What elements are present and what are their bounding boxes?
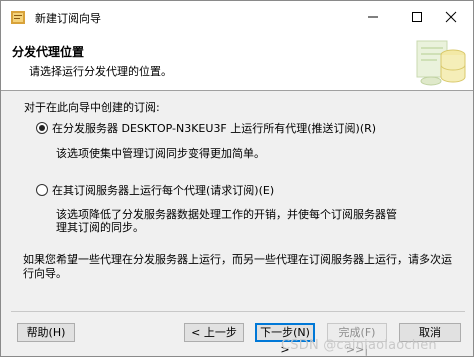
app-icon (11, 11, 25, 24)
option-pull-subscription[interactable]: 在其订阅服务器上运行每个代理(请求订阅)(E) (36, 182, 274, 198)
wizard-note: 如果您希望一些代理在分发服务器上运行，而另一些代理在订阅服务器上运行，请多次运行… (23, 253, 452, 280)
option-push-subscription[interactable]: 在分发服务器 DESKTOP-N3KEU3F 上运行所有代理(推送订阅)(R) (36, 120, 376, 136)
watermark: CSDN @cainiaolaochen (281, 338, 437, 353)
back-button[interactable]: < 上一步 (184, 323, 244, 342)
radio-pull-subscription[interactable] (36, 184, 48, 196)
minimize-button[interactable] (351, 1, 395, 33)
wizard-window: 新建订阅向导 分发代理位置 请选择运行分发代理的位置。 对于在此向导中创建的订阅… (0, 0, 474, 357)
wizard-header: 分发代理位置 请选择运行分发代理的位置。 (1, 33, 473, 91)
subscription-prompt: 对于在此向导中创建的订阅: (24, 101, 160, 114)
page-subtitle: 请选择运行分发代理的位置。 (29, 65, 172, 78)
option-pull-label: 在其订阅服务器上运行每个代理(请求订阅)(E) (52, 184, 275, 197)
close-icon (445, 11, 457, 23)
title-bar: 新建订阅向导 (1, 1, 473, 33)
minimize-icon (368, 16, 378, 18)
radio-push-subscription[interactable] (36, 122, 48, 134)
footer-divider (11, 311, 465, 312)
option-push-label: 在分发服务器 DESKTOP-N3KEU3F 上运行所有代理(推送订阅)(R) (52, 122, 377, 135)
option-push-description: 该选项使集中管理订阅同步变得更加简单。 (56, 147, 265, 160)
database-illustration-icon (416, 40, 466, 86)
help-button[interactable]: 帮助(H) (17, 323, 75, 342)
close-button[interactable] (429, 1, 473, 33)
option-pull-description: 该选项降低了分发服务器数据处理工作的开销，并使每个订阅服务器管理其订阅的同步。 (56, 208, 397, 234)
maximize-icon (412, 12, 422, 22)
page-title: 分发代理位置 (12, 45, 85, 59)
window-title: 新建订阅向导 (35, 12, 101, 25)
